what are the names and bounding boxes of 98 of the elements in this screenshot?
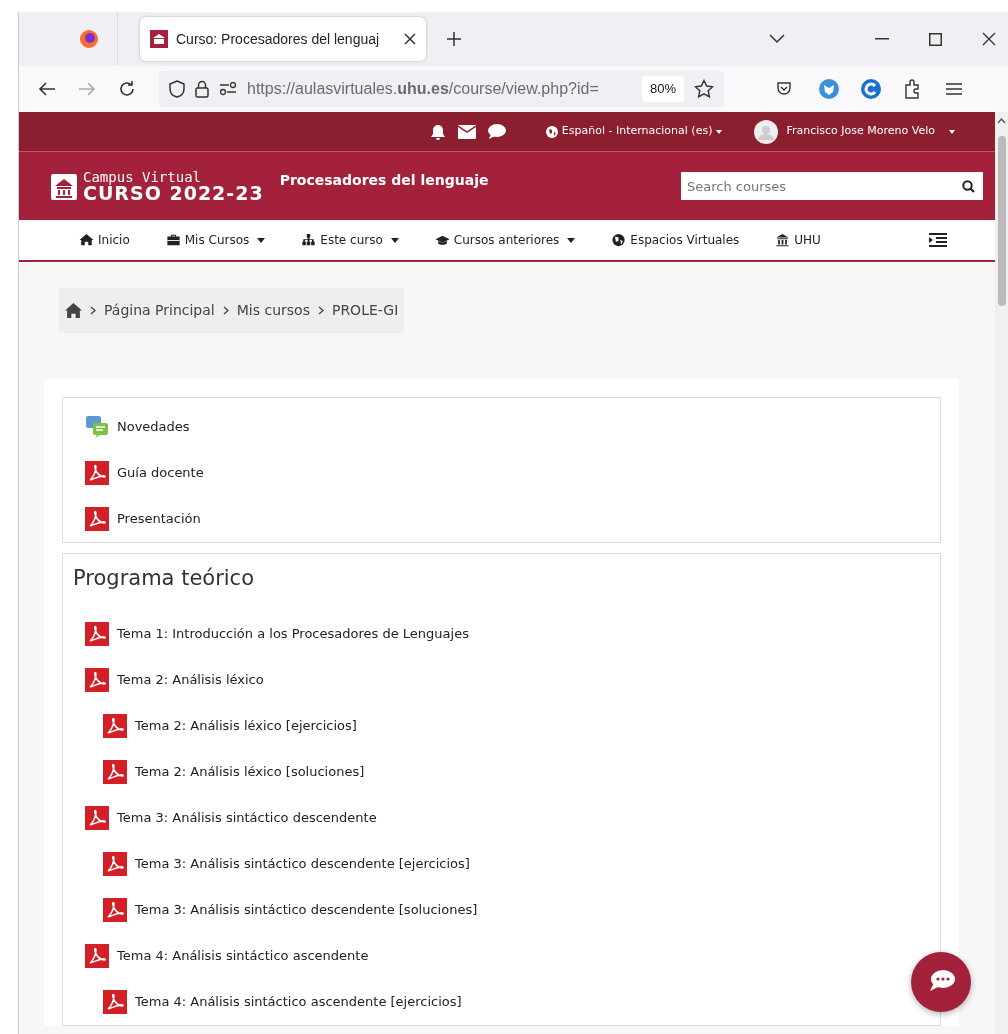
globe-icon	[611, 233, 627, 247]
activity-title: Presentación	[117, 510, 201, 529]
forum-icon	[85, 415, 109, 439]
pdf-file-icon	[103, 760, 127, 785]
zoom-button[interactable]: 80%	[641, 76, 684, 102]
activity-title: Tema 3: Análisis sintáctico descendente [ejercicios]	[135, 855, 470, 874]
extensions-icon[interactable]	[904, 79, 922, 99]
nav-menu-item[interactable]: Este curso	[320, 231, 383, 249]
permissions-icon[interactable]	[219, 82, 237, 96]
globe-icon	[545, 125, 558, 138]
activity-link[interactable]: Presentación	[73, 496, 201, 542]
close-tab-icon[interactable]	[404, 33, 416, 45]
caret-icon	[716, 129, 723, 134]
activity-title: Tema 1: Introducción a los Procesadores de Lenguajes	[117, 625, 469, 644]
sitemap-icon	[301, 233, 317, 247]
home-icon	[79, 233, 94, 247]
course-title[interactable]: Procesadores del lenguaje	[279, 169, 489, 191]
address-bar[interactable]: https://aulasvirtuales.uhu.es/course/view.php?id= 80%	[159, 71, 724, 107]
pocket-icon[interactable]	[776, 81, 792, 97]
chevron-icon	[90, 306, 96, 315]
caret-icon	[949, 129, 955, 134]
pdf-file-icon	[103, 852, 127, 877]
nav-menu-item[interactable]: Cursos anteriores	[453, 231, 560, 249]
user-menu[interactable]: Francisco Jose Moreno Velo	[754, 119, 955, 144]
nav-menu-item[interactable]: Inicio	[98, 231, 130, 249]
chevron-icon	[317, 306, 324, 315]
activity-title: Tema 2: Análisis léxico	[117, 671, 264, 690]
logo-text[interactable]: Campus Virtual	[83, 169, 264, 184]
section-title: Programa teórico	[73, 566, 255, 592]
tab-title: Curso: Procesadores del lenguaj	[176, 29, 381, 49]
activity-title: Tema 3: Análisis sintáctico descendente	[117, 809, 377, 828]
language-menu[interactable]: Español - Internacional (es)	[545, 123, 723, 140]
pdf-file-icon	[85, 507, 109, 531]
activity-title: Guía docente	[117, 464, 204, 483]
home-icon[interactable]	[65, 303, 82, 318]
reload-icon	[118, 80, 136, 98]
activity-link[interactable]: Tema 1: Introducción a los Procesadores de Lenguajes	[73, 611, 469, 658]
briefcase-icon	[165, 233, 181, 247]
new-tab-icon[interactable]	[446, 31, 462, 47]
graduation-cap-icon	[434, 233, 450, 247]
activity-link[interactable]: Tema 3: Análisis sintáctico descendente	[73, 795, 377, 842]
activity-link[interactable]: Tema 4: Análisis sintáctico ascendente [ejercicios]	[73, 979, 462, 1026]
breadcrumb-item: PROLE-GI	[331, 301, 399, 320]
avatar-icon	[754, 119, 779, 144]
pdf-file-icon	[85, 461, 109, 485]
bank-icon	[775, 233, 791, 247]
activity-title: Tema 3: Análisis sintáctico descendente [soluciones]	[135, 901, 478, 920]
close-window-icon[interactable]	[982, 32, 996, 46]
activity-link[interactable]: Tema 2: Análisis léxico [ejercicios]	[73, 703, 357, 750]
scrollbar-thumb[interactable]	[998, 136, 1006, 306]
star-icon[interactable]	[694, 79, 714, 99]
activity-title: Tema 2: Análisis léxico [ejercicios]	[135, 717, 357, 736]
lock-icon[interactable]	[195, 80, 209, 98]
back-arrow-icon	[38, 81, 56, 97]
sidebar-toggle-icon[interactable]	[929, 233, 947, 247]
activity-link[interactable]: Tema 4: Análisis sintáctico ascendente	[73, 933, 369, 980]
chat-bubble-icon[interactable]	[487, 124, 506, 139]
activity-link[interactable]: Tema 3: Análisis sintáctico descendente [ejercicios]	[73, 841, 470, 888]
nav-menu-item[interactable]: UHU	[794, 231, 821, 249]
activity-link[interactable]: Tema 3: Análisis sintáctico descendente [soluciones]	[73, 887, 478, 934]
chevron-icon	[222, 306, 229, 315]
scroll-up-icon[interactable]	[997, 118, 1006, 124]
activity-title: Tema 4: Análisis sintáctico ascendente [ejercicios]	[135, 993, 462, 1012]
pdf-file-icon	[103, 714, 127, 739]
minimize-icon[interactable]	[875, 38, 889, 40]
activity-title: Tema 4: Análisis sintáctico ascendente	[117, 947, 369, 966]
list-tabs-icon[interactable]	[769, 34, 785, 44]
forward-arrow-icon	[78, 81, 96, 97]
shield-icon[interactable]	[169, 80, 185, 98]
activity-link[interactable]: Guía docente	[73, 450, 204, 496]
breadcrumb-item[interactable]: Página Principal	[104, 300, 215, 321]
pdf-file-icon	[103, 898, 127, 923]
pdf-file-icon	[85, 806, 109, 831]
pdf-file-icon	[85, 944, 109, 969]
logo-text[interactable]: CURSO 2022-23	[83, 183, 264, 203]
nav-menu-item[interactable]: Mis Cursos	[184, 231, 250, 249]
logo-icon[interactable]	[51, 172, 77, 200]
edge-extension-icon[interactable]	[860, 78, 882, 100]
pdf-file-icon	[85, 668, 109, 693]
activity-title: Novedades	[117, 418, 190, 437]
nav-menu-item[interactable]: Espacios Virtuales	[630, 231, 740, 249]
breadcrumb-item[interactable]: Mis cursos	[236, 300, 310, 321]
fox-extension-icon[interactable]	[818, 78, 840, 100]
pdf-file-icon	[85, 622, 109, 647]
browser-tab[interactable]: Curso: Procesadores del lenguaj	[140, 17, 426, 61]
envelope-icon[interactable]	[457, 124, 476, 139]
activity-link[interactable]: Tema 2: Análisis léxico	[73, 657, 264, 704]
maximize-icon[interactable]	[929, 32, 942, 46]
search-icon[interactable]	[962, 179, 975, 193]
bell-icon[interactable]	[429, 123, 446, 140]
url-text: https://aulasvirtuales.uhu.es/course/view.php?id=	[247, 79, 600, 99]
activity-title: Tema 2: Análisis léxico [soluciones]	[135, 763, 365, 782]
pdf-file-icon	[103, 990, 127, 1015]
activity-link[interactable]: Tema 2: Análisis léxico [soluciones]	[73, 749, 365, 796]
tab-favicon-icon	[150, 30, 168, 48]
browser-logo-icon[interactable]	[79, 29, 99, 49]
activity-link[interactable]: Novedades	[73, 404, 190, 450]
menu-icon[interactable]	[946, 82, 962, 96]
